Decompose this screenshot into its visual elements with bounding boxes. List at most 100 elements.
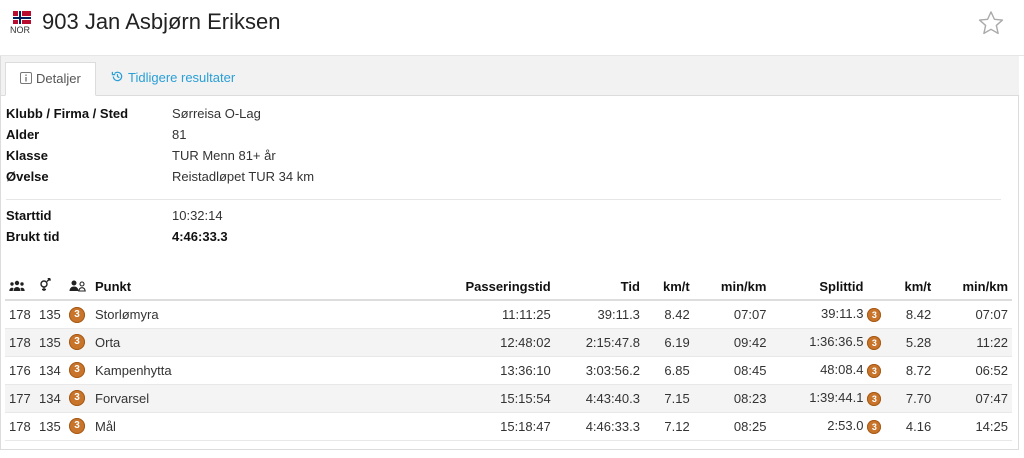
table-row: 177 134 3 Forvarsel 15:15:54 4:43:40.3 7… [5, 384, 1012, 413]
bronze-medal-icon: 3 [69, 334, 85, 351]
passeringstid: 15:18:47 [421, 412, 555, 441]
details-panel: Detaljer Tidligere resultater Klubb / Fi… [0, 56, 1019, 450]
splittid: 1:36:36.5 3 [770, 328, 886, 357]
tab-bar: Detaljer Tidligere resultater [1, 56, 1019, 96]
splits-header-row: Punkt Passeringstid Tid km/t min/km Spli… [5, 274, 1012, 301]
group-icon [9, 280, 25, 295]
overall-rank: 177 [5, 384, 35, 413]
gender-rank: 134 [35, 356, 65, 385]
tid: 2:15:47.8 [554, 328, 644, 357]
minkm2: 07:07 [935, 300, 1012, 329]
kmt2: 7.70 [885, 384, 936, 413]
minkm2: 11:22 [935, 328, 1012, 357]
bronze-medal-icon: 3 [69, 390, 85, 407]
class-rank: 3 [65, 300, 91, 329]
punkt-header: Punkt [91, 274, 421, 301]
passeringstid: 12:48:02 [421, 328, 555, 357]
runner-header: NOR 903 Jan Asbjørn Eriksen [0, 0, 1024, 56]
table-row: 178 135 3 Orta 12:48:02 2:15:47.8 6.19 0… [5, 328, 1012, 357]
bronze-medal-icon: 3 [867, 308, 882, 323]
info-value: 4:46:33.3 [172, 229, 228, 244]
divider [6, 190, 1001, 200]
info-row-klubb: Klubb / Firma / Sted Sørreisa O-Lag [6, 106, 1001, 127]
info-row-starttid: Starttid 10:32:14 [6, 208, 1001, 229]
tid: 4:43:40.3 [554, 384, 644, 413]
bronze-medal-icon: 3 [867, 391, 882, 406]
tid-header: Tid [554, 274, 644, 301]
passeringstid: 13:36:10 [421, 356, 555, 385]
table-row: 176 134 3 Kampenhytta 13:36:10 3:03:56.2… [5, 356, 1012, 385]
info-row-ovelse: Øvelse Reistadløpet TUR 34 km [6, 169, 1001, 190]
nationality-code: NOR [10, 25, 30, 35]
splittid-header: Splittid [770, 274, 886, 301]
passeringstid-header: Passeringstid [421, 274, 555, 301]
runner-info: Klubb / Firma / Sted Sørreisa O-Lag Alde… [6, 106, 1001, 250]
gender-rank: 135 [35, 412, 65, 441]
info-row-klasse: Klasse TUR Menn 81+ år [6, 148, 1001, 169]
splittid-value: 1:39:44.1 [809, 390, 864, 406]
punkt-name: Forvarsel [91, 384, 421, 413]
kmt2: 4.16 [885, 412, 936, 441]
bronze-medal-icon: 3 [69, 306, 85, 323]
bronze-medal-icon: 3 [867, 363, 882, 378]
punkt-name: Mål [91, 412, 421, 441]
class-rank: 3 [65, 328, 91, 357]
norway-flag-icon [13, 11, 31, 24]
punkt-name: Orta [91, 328, 421, 357]
class-rank: 3 [65, 412, 91, 441]
splittid: 39:11.3 3 [770, 300, 886, 329]
minkm: 08:23 [693, 384, 771, 413]
class-rank-header [65, 274, 91, 301]
overall-rank: 178 [5, 328, 35, 357]
kmt2-header: km/t [885, 274, 936, 301]
punkt-name: Kampenhytta [91, 356, 421, 385]
gender-rank: 135 [35, 328, 65, 357]
splittid-value: 2:53.0 [827, 418, 864, 434]
minkm: 07:07 [693, 300, 771, 329]
kmt: 7.12 [643, 412, 694, 441]
info-icon [20, 64, 32, 96]
info-value: TUR Menn 81+ år [172, 148, 276, 163]
star-icon[interactable] [977, 9, 1005, 37]
gender-icon [39, 277, 55, 295]
class-rank: 3 [65, 356, 91, 385]
gender-rank: 135 [35, 300, 65, 329]
class-icon [69, 280, 87, 295]
minkm: 08:25 [693, 412, 771, 441]
info-value: Reistadløpet TUR 34 km [172, 169, 315, 184]
overall-rank: 176 [5, 356, 35, 385]
splits-table: Punkt Passeringstid Tid km/t min/km Spli… [5, 274, 1012, 441]
minkm2: 14:25 [935, 412, 1012, 441]
info-label: Klubb / Firma / Sted [6, 106, 129, 121]
punkt-name: Storlømyra [91, 300, 421, 329]
tid: 39:11.3 [554, 300, 644, 329]
kmt2: 8.42 [885, 300, 936, 329]
kmt2: 5.28 [885, 328, 936, 357]
minkm2-header: min/km [935, 274, 1012, 301]
kmt2: 8.72 [885, 356, 936, 385]
gender-rank: 134 [35, 384, 65, 413]
class-rank: 3 [65, 384, 91, 413]
runner-name: 903 Jan Asbjørn Eriksen [42, 9, 281, 34]
table-row: 178 135 3 Storlømyra 11:11:25 39:11.3 8.… [5, 300, 1012, 329]
minkm-header: min/km [693, 274, 771, 301]
tab-tidligere-resultater[interactable]: Tidligere resultater [97, 62, 249, 96]
overall-rank: 178 [5, 300, 35, 329]
passeringstid: 11:11:25 [421, 300, 555, 329]
info-row-alder: Alder 81 [6, 127, 1001, 148]
bronze-medal-icon: 3 [867, 335, 882, 350]
passeringstid: 15:15:54 [421, 384, 555, 413]
tab-tidligere-resultater-label: Tidligere resultater [128, 70, 236, 85]
splittid: 48:08.4 3 [770, 356, 886, 385]
table-row: 178 135 3 Mål 15:18:47 4:46:33.3 7.12 08… [5, 412, 1012, 441]
bronze-medal-icon: 3 [69, 418, 85, 435]
tab-detaljer[interactable]: Detaljer [5, 62, 96, 96]
tid: 3:03:56.2 [554, 356, 644, 385]
info-row-brukt-tid: Brukt tid 4:46:33.3 [6, 229, 1001, 250]
kmt: 7.15 [643, 384, 694, 413]
splittid-value: 48:08.4 [820, 362, 864, 378]
minkm: 08:45 [693, 356, 771, 385]
kmt: 8.42 [643, 300, 694, 329]
overall-rank-header [5, 274, 35, 301]
info-value: 10:32:14 [172, 208, 223, 223]
